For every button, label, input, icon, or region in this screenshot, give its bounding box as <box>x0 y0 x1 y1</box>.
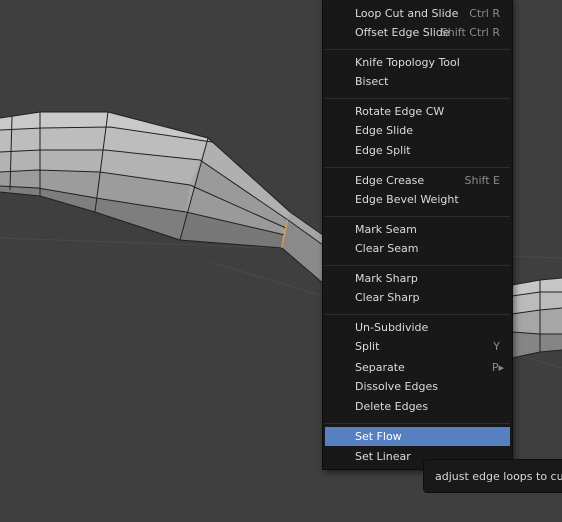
menu-item-label: Edge Bevel Weight <box>355 193 459 206</box>
menu-item-separate[interactable]: Separate P▸ <box>325 358 510 377</box>
menu-item-label: Clear Seam <box>355 242 419 255</box>
menu-item-split[interactable]: Split Y <box>325 337 510 356</box>
mesh-left-segment <box>0 111 292 249</box>
menu-item-label: Loop Cut and Slide <box>355 7 459 20</box>
menu-item-clear-seam[interactable]: Clear Seam <box>325 239 510 258</box>
menu-item-label: Offset Edge Slide <box>355 26 450 39</box>
menu-item-edge-crease[interactable]: Edge Crease Shift E <box>325 171 510 190</box>
menu-item-knife-topology-tool[interactable]: Knife Topology Tool <box>325 53 510 72</box>
menu-item-dissolve-edges[interactable]: Dissolve Edges <box>325 377 510 396</box>
menu-item-edge-split[interactable]: Edge Split <box>325 141 510 160</box>
menu-item-label: Mark Sharp <box>355 272 418 285</box>
submenu-arrow-icon: P▸ <box>491 361 504 374</box>
menu-separator <box>325 98 510 99</box>
menu-item-label: Dissolve Edges <box>355 380 438 393</box>
menu-item-edge-slide[interactable]: Edge Slide <box>325 121 510 140</box>
menu-item-label: Mark Seam <box>355 223 417 236</box>
menu-item-label: Separate <box>355 361 405 374</box>
menu-item-label: Bisect <box>355 75 389 88</box>
menu-separator <box>325 314 510 315</box>
menu-item-label: Edge Slide <box>355 124 414 137</box>
menu-separator <box>325 423 510 424</box>
menu-item-delete-edges[interactable]: Delete Edges <box>325 397 510 416</box>
menu-item-shortcut: Shift Ctrl R <box>440 26 500 39</box>
menu-item-label: Edge Crease <box>355 174 425 187</box>
menu-item-label: Rotate Edge CW <box>355 105 445 118</box>
menu-item-label: Edge Split <box>355 144 411 157</box>
menu-item-label: Clear Sharp <box>355 291 420 304</box>
menu-item-offset-edge-slide[interactable]: Offset Edge Slide Shift Ctrl R <box>325 23 510 42</box>
menu-item-label: Knife Topology Tool <box>355 56 460 69</box>
menu-item-label: Set Flow <box>355 430 402 443</box>
menu-separator <box>325 167 510 168</box>
menu-item-un-subdivide[interactable]: Un-Subdivide <box>325 318 510 337</box>
menu-item-shortcut: Ctrl R <box>469 7 500 20</box>
menu-separator <box>325 216 510 217</box>
menu-item-clear-sharp[interactable]: Clear Sharp <box>325 288 510 307</box>
menu-item-loop-cut-and-slide[interactable]: Loop Cut and Slide Ctrl R <box>325 4 510 23</box>
menu-item-set-flow[interactable]: Set Flow <box>325 427 510 446</box>
menu-item-rotate-edge-cw[interactable]: Rotate Edge CW <box>325 102 510 121</box>
menu-item-mark-seam[interactable]: Mark Seam <box>325 220 510 239</box>
menu-item-label: Split <box>355 340 380 353</box>
menu-item-shortcut: Shift E <box>464 174 500 187</box>
menu-item-label: Un-Subdivide <box>355 321 429 334</box>
menu-item-label: Delete Edges <box>355 400 429 413</box>
menu-separator <box>325 49 510 50</box>
edge-context-menu: Loop Cut and Slide Ctrl R Offset Edge Sl… <box>322 0 513 470</box>
menu-item-mark-sharp[interactable]: Mark Sharp <box>325 269 510 288</box>
menu-separator <box>325 265 510 266</box>
menu-item-shortcut: Y <box>493 340 500 353</box>
mesh-right-segment <box>511 277 562 359</box>
menu-item-label: Set Linear <box>355 450 411 463</box>
tooltip-text: adjust edge loops to curvature <box>435 470 562 483</box>
menu-item-edge-bevel-weight[interactable]: Edge Bevel Weight <box>325 190 510 209</box>
3d-viewport[interactable]: Loop Cut and Slide Ctrl R Offset Edge Sl… <box>0 0 562 522</box>
tooltip: adjust edge loops to curvature <box>423 459 562 493</box>
menu-item-bisect[interactable]: Bisect <box>325 72 510 91</box>
